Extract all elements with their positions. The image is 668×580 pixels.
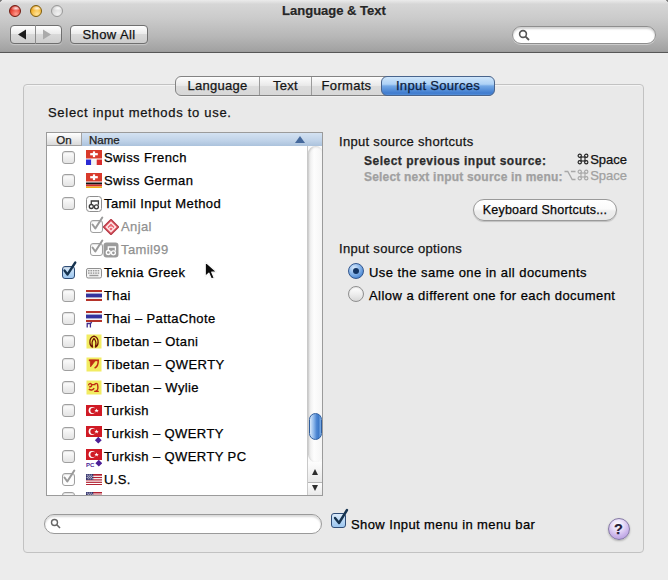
svg-text:PC: PC	[86, 462, 95, 468]
